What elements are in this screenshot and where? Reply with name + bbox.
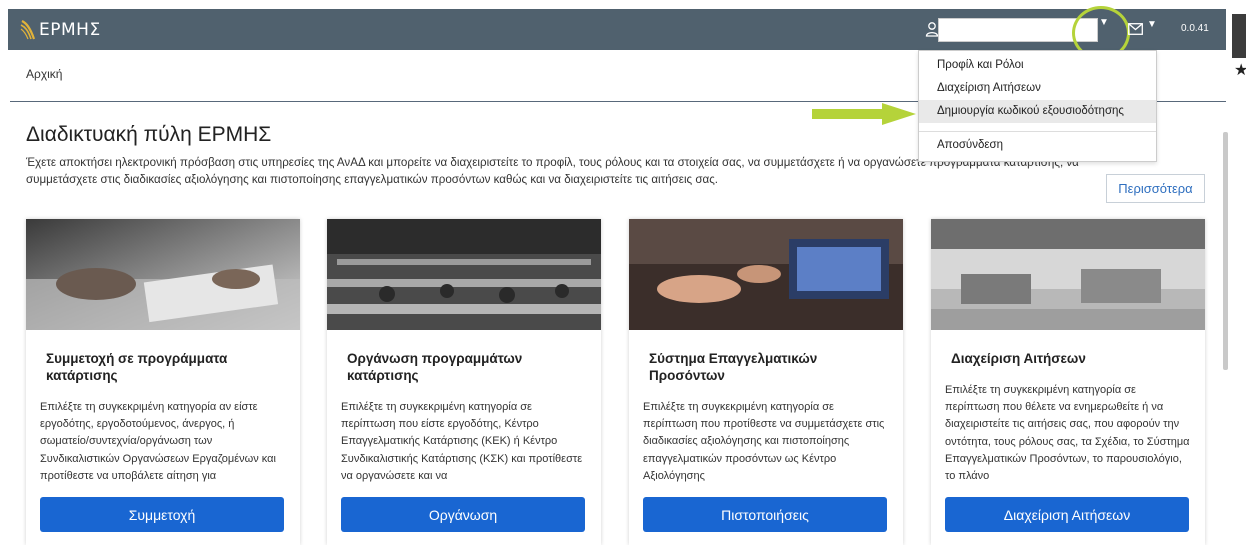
card-description: Επιλέξτε τη συγκεκριμένη κατηγορία αν εί… <box>40 401 276 482</box>
menu-item-create-authorization-code[interactable]: Δημιουργία κωδικού εξουσιοδότησης <box>919 100 1156 123</box>
card-participation: Συμμετοχή σε προγράμματα κατάρτισης Επιλ… <box>26 219 300 545</box>
window-edge-dark <box>1232 14 1246 58</box>
manage-applications-button[interactable]: Διαχείριση Αιτήσεων <box>945 497 1189 532</box>
card-image-training <box>26 219 300 330</box>
card-organization: Οργάνωση προγραμμάτων κατάρτισης Επιλέξτ… <box>327 219 601 545</box>
participation-button[interactable]: Συμμετοχή <box>40 497 284 532</box>
card-description: Επιλέξτε τη συγκεκριμένη κατηγορία σε πε… <box>643 401 885 482</box>
intro-line-2: συμμετάσχετε στις διαδικασίες αξιολόγηση… <box>26 173 719 186</box>
window-edge <box>1228 0 1246 545</box>
menu-item-manage-applications[interactable]: Διαχείριση Αιτήσεων <box>919 77 1156 100</box>
card-description: Επιλέξτε τη συγκεκριμένη κατηγορία σε πε… <box>341 401 583 482</box>
top-navbar: ΕΡΜΗΣ ▼ ▼ 0.0.41 <box>8 6 1226 60</box>
hermes-logo-icon <box>20 20 36 40</box>
card-image-classroom <box>327 219 601 330</box>
arrow-annotation-icon <box>812 103 916 125</box>
card-description: Επιλέξτε τη συγκεκριμένη κατηγορία σε πε… <box>945 384 1190 483</box>
card-qualifications: Σύστημα Επαγγελματικών Προσόντων Επιλέξτ… <box>629 219 903 545</box>
breadcrumb-home[interactable]: Αρχική <box>26 67 62 81</box>
card-applications: Διαχείριση Αιτήσεων Επιλέξτε τη συγκεκρι… <box>931 219 1205 545</box>
scrollbar-thumb[interactable] <box>1223 132 1228 370</box>
app-logo[interactable]: ΕΡΜΗΣ <box>20 19 101 41</box>
mail-chevron-down-icon[interactable]: ▼ <box>1147 19 1157 30</box>
card-title: Σύστημα Επαγγελματικών Προσόντων <box>649 351 818 383</box>
card-image-meeting <box>629 219 903 330</box>
star-icon[interactable]: ★ <box>1234 60 1246 80</box>
organization-button[interactable]: Οργάνωση <box>341 497 585 532</box>
menu-item-logout[interactable]: Αποσύνδεση <box>919 134 1156 157</box>
user-menu: Προφίλ και Ρόλοι Διαχείριση Αιτήσεων Δημ… <box>918 50 1157 162</box>
card-title: Συμμετοχή σε προγράμματα κατάρτισης <box>46 351 228 383</box>
page-title: Διαδικτυακή πύλη ΕΡΜΗΣ <box>26 123 272 146</box>
menu-item-profile-roles[interactable]: Προφίλ και Ρόλοι <box>919 54 1156 77</box>
more-button[interactable]: Περισσότερα <box>1106 174 1205 203</box>
card-title: Διαχείριση Αιτήσεων <box>951 351 1086 366</box>
card-image-office <box>931 219 1205 330</box>
mail-icon[interactable] <box>1128 23 1143 35</box>
card-title: Οργάνωση προγραμμάτων κατάρτισης <box>347 351 523 383</box>
app-name: ΕΡΜΗΣ <box>39 20 101 40</box>
app-version: 0.0.41 <box>1181 23 1209 34</box>
certifications-button[interactable]: Πιστοποιήσεις <box>643 497 887 532</box>
menu-divider <box>919 131 1156 132</box>
